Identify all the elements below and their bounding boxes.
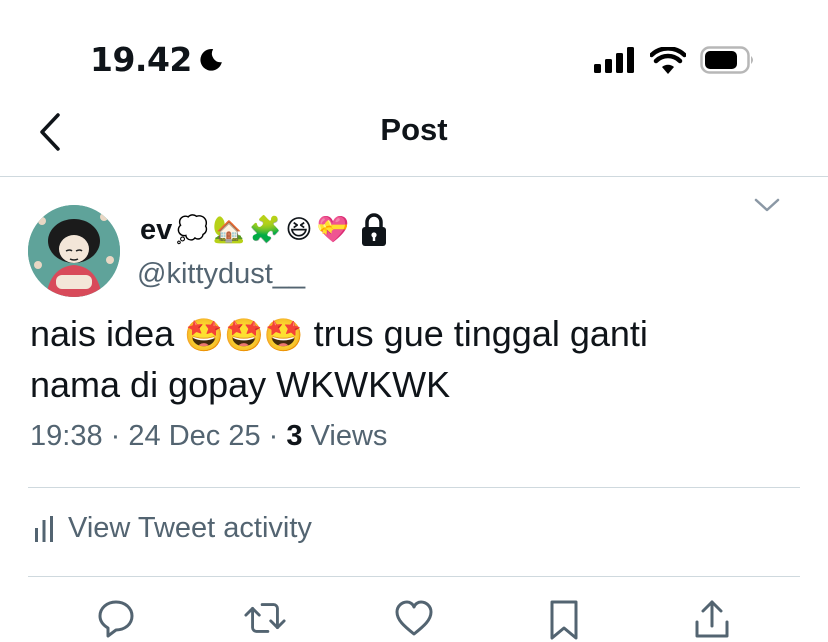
tweet-text: nais idea 🤩🤩🤩 trus gue tinggal ganti nam… <box>30 308 800 410</box>
reply-button[interactable] <box>94 598 138 642</box>
share-button[interactable] <box>690 598 734 642</box>
display-name-row: ev 💭 🏡 🧩 😆 💝 <box>140 208 389 252</box>
tweet-time[interactable]: 19:38 <box>30 420 103 452</box>
meta-separator: · <box>268 420 279 452</box>
retweet-icon <box>244 603 286 633</box>
tweet-text-line-1: nais idea 🤩🤩🤩 trus gue tinggal ganti <box>30 308 800 359</box>
tweet-text-emojis: 🤩🤩🤩 <box>184 316 304 354</box>
like-button[interactable] <box>392 598 436 642</box>
moon-icon <box>200 48 222 71</box>
tweet-date[interactable]: 24 Dec 25 <box>128 420 260 452</box>
tweet-meta: 19:38 · 24 Dec 25 · 3 Views <box>30 420 387 453</box>
like-icon <box>395 600 433 636</box>
meta-separator: · <box>110 420 121 452</box>
bookmark-button[interactable] <box>542 598 586 642</box>
share-icon <box>695 600 729 638</box>
status-time-text: 19.42 <box>90 40 192 79</box>
cellular-signal-icon <box>594 47 634 73</box>
more-options-button[interactable] <box>750 190 784 220</box>
avatar[interactable] <box>28 205 120 297</box>
avatar-image <box>28 205 120 297</box>
battery-icon <box>700 46 753 74</box>
status-time: 19.42 <box>90 40 224 79</box>
display-name[interactable]: ev <box>140 214 172 247</box>
reply-icon <box>98 600 134 638</box>
views-label[interactable]: Views <box>311 420 388 452</box>
page-title: Post <box>380 112 448 147</box>
divider <box>28 487 800 488</box>
name-emoji-heart: 💝 <box>316 215 349 245</box>
activity-label: View Tweet activity <box>68 512 312 544</box>
name-emoji-thought: 💭 <box>176 215 209 245</box>
name-emoji-house: 🏡 <box>212 215 246 245</box>
chevron-down-icon <box>754 198 780 212</box>
tweet-text-suffix: trus gue tinggal ganti <box>313 313 648 354</box>
header-divider <box>0 176 828 177</box>
bookmark-icon <box>550 600 578 640</box>
view-tweet-activity-button[interactable]: View Tweet activity <box>34 512 312 545</box>
status-indicators <box>594 46 756 74</box>
tweet-text-line-2: nama di gopay WKWKWK <box>30 364 451 405</box>
views-count[interactable]: 3 <box>286 420 302 452</box>
divider <box>28 576 800 577</box>
tweet-text-prefix: nais idea <box>30 313 175 354</box>
wifi-icon <box>650 46 686 74</box>
lock-icon <box>361 213 386 246</box>
retweet-button[interactable] <box>243 598 287 642</box>
username[interactable]: @kittydust__ <box>137 258 305 291</box>
name-emoji-laughing: 😆 <box>285 215 313 245</box>
bar-chart-icon <box>35 515 53 542</box>
name-emoji-puzzle: 🧩 <box>249 215 282 245</box>
